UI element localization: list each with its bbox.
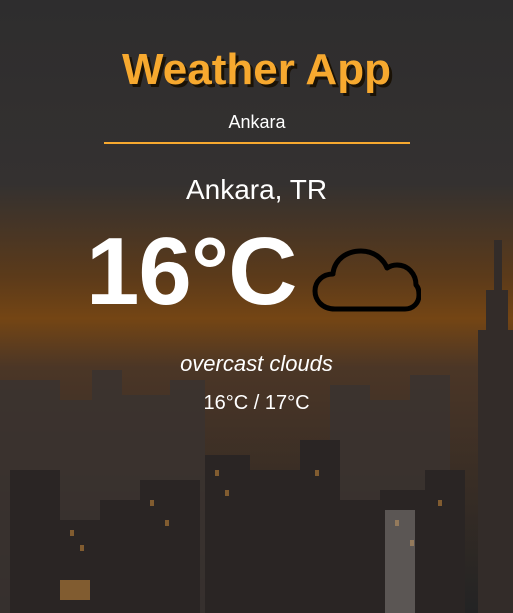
location-label: Ankara, TR [185,174,328,205]
cloud-icon [312,248,421,312]
current-conditions: 16°C [86,222,421,322]
weather-description: overcast clouds [180,351,333,376]
current-temperature: 16°C [86,218,297,325]
app-title: Weather App [122,45,391,94]
city-search[interactable] [104,106,410,144]
temperature-range: 16°C / 17°C [203,392,310,414]
main-content: Weather App Ankara, TR 16°C overcast clo… [0,0,513,613]
weather-app: Weather App Ankara, TR 16°C overcast clo… [0,0,513,613]
city-search-input[interactable] [104,106,410,138]
